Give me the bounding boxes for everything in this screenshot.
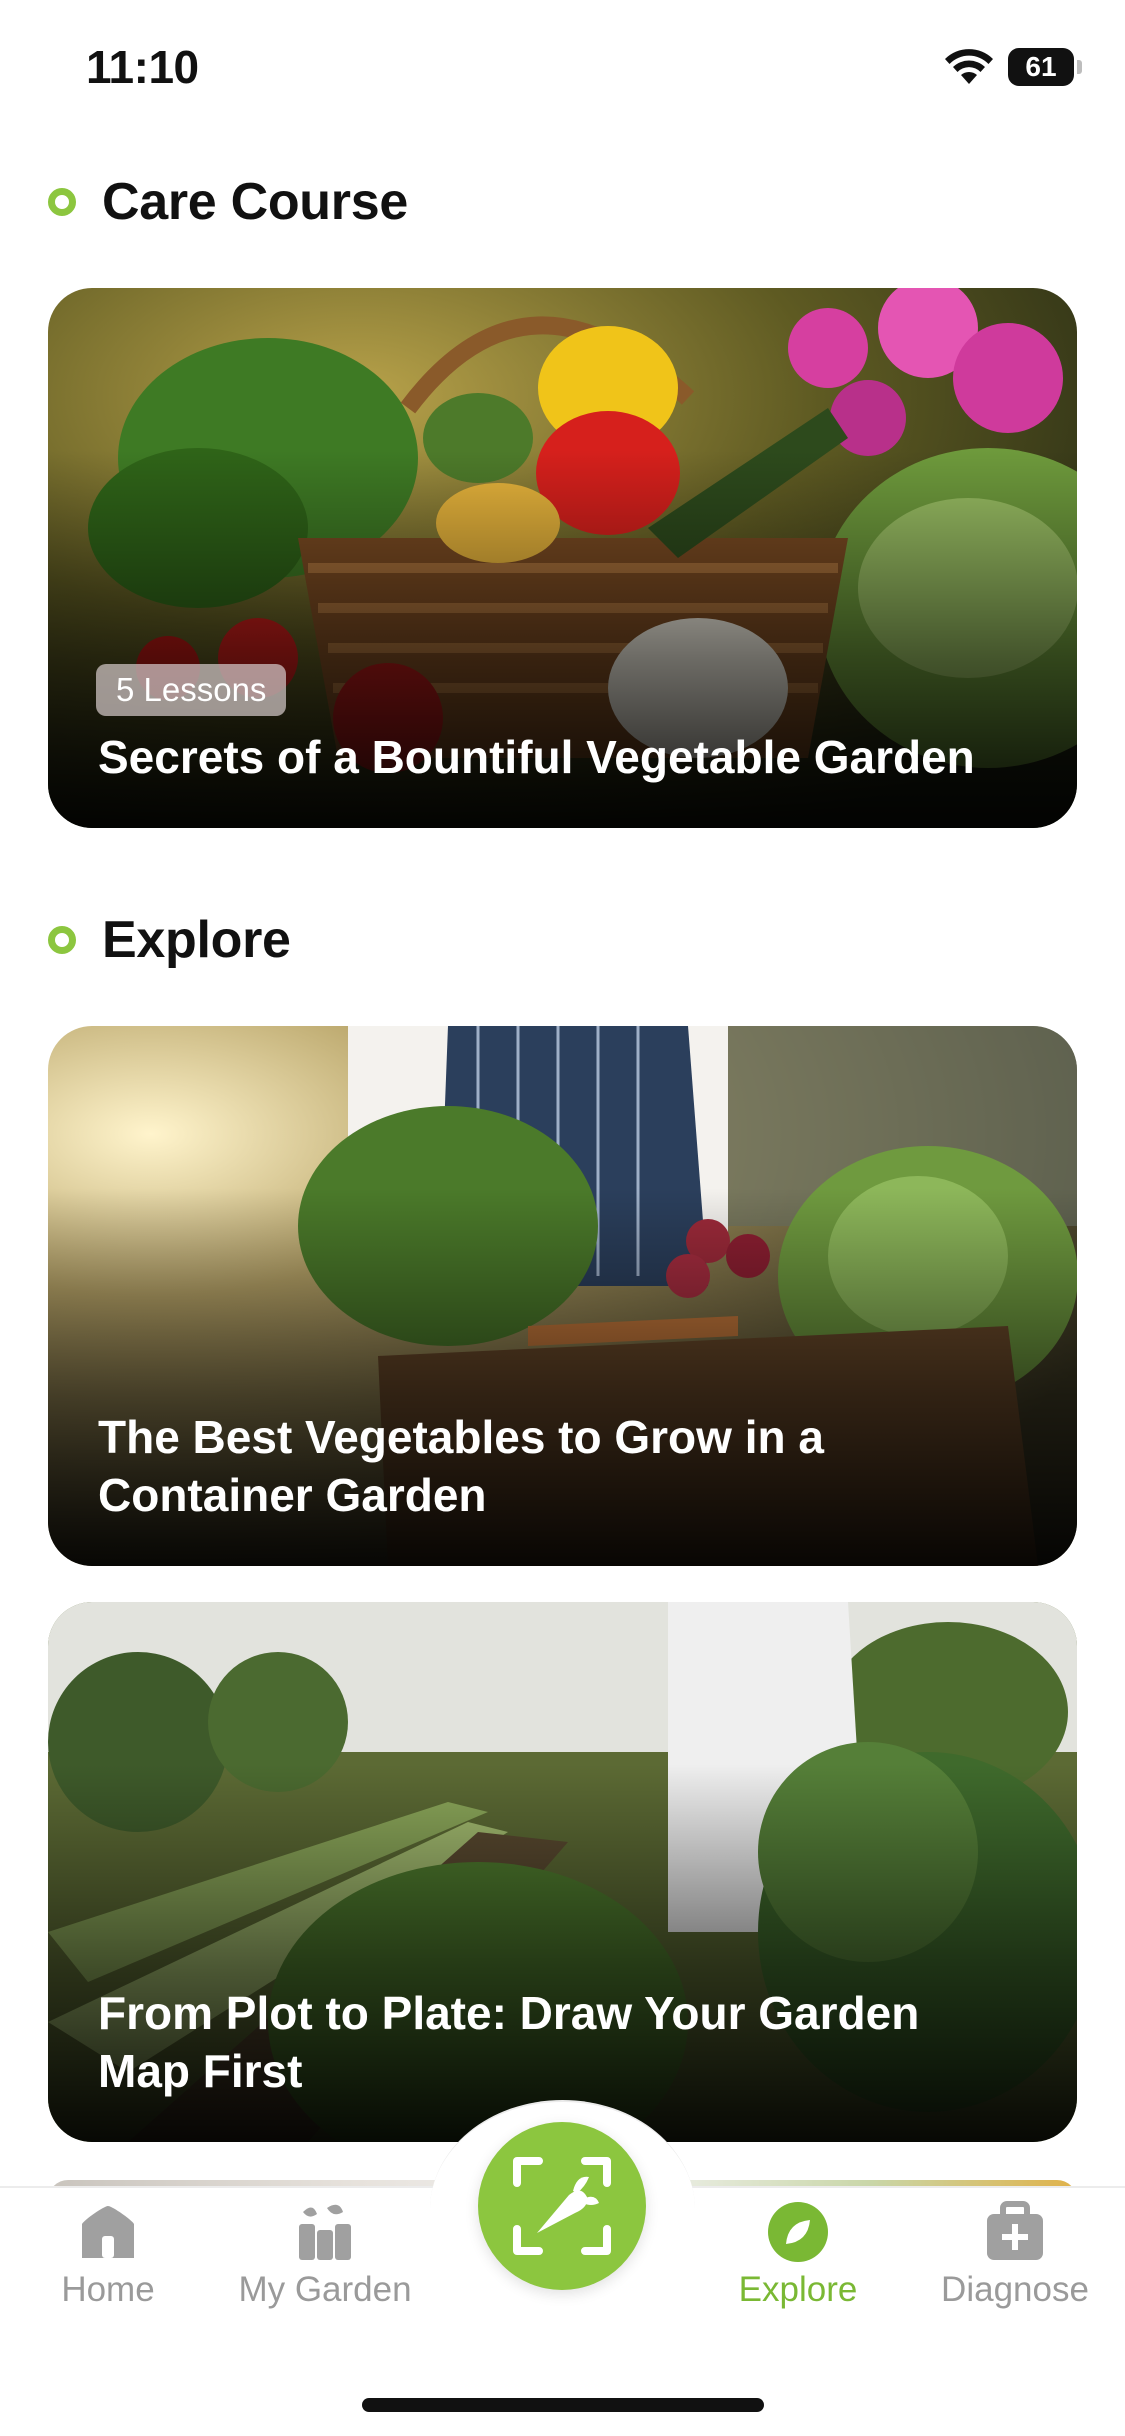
battery-indicator: 61 [1008,48,1074,86]
explore-header: Explore [48,910,291,970]
tab-label: My Garden [238,2270,412,2309]
tab-label: Explore [738,2270,858,2309]
care-course-header: Care Course [48,172,408,232]
tab-home[interactable]: Home [8,2200,208,2310]
tab-diagnose[interactable]: Diagnose [915,2200,1115,2310]
tab-explore[interactable]: Explore [698,2200,898,2310]
explore-card-garden-map[interactable]: From Plot to Plate: Draw Your Garden Map… [48,1602,1077,2142]
diagnose-kit-icon [987,2201,1043,2260]
tab-label: Diagnose [941,2270,1089,2309]
explore-card-container-garden[interactable]: The Best Vegetables to Grow in a Contain… [48,1026,1077,1566]
scan-plant-button[interactable] [478,2122,646,2290]
wifi-icon [945,49,993,84]
lessons-count-badge: 5 Lessons [96,664,287,716]
battery-level: 61 [1025,51,1057,82]
card-title: From Plot to Plate: Draw Your Garden Map… [98,1987,920,2097]
tab-label: Home [61,2270,155,2309]
battery-cap [1077,60,1082,74]
home-indicator[interactable] [362,2398,764,2412]
card-title: The Best Vegetables to Grow in a Contain… [98,1411,824,1521]
card-title: Secrets of a Bountiful Vegetable Garden [98,731,975,783]
section-dot-icon [48,188,76,216]
home-icon [82,2206,134,2258]
section-title: Explore [102,911,291,969]
explore-leaf-icon [768,2202,828,2262]
status-time: 11:10 [86,41,199,93]
scan-plant-icon [513,2157,611,2255]
my-garden-icon [299,2204,351,2260]
tab-my-garden[interactable]: My Garden [225,2200,425,2310]
status-bar: 11:10 61 [0,0,1125,130]
care-course-card[interactable]: 5 Lessons Secrets of a Bountiful Vegetab… [48,288,1077,828]
section-dot-icon [48,926,76,954]
section-title: Care Course [102,173,408,231]
